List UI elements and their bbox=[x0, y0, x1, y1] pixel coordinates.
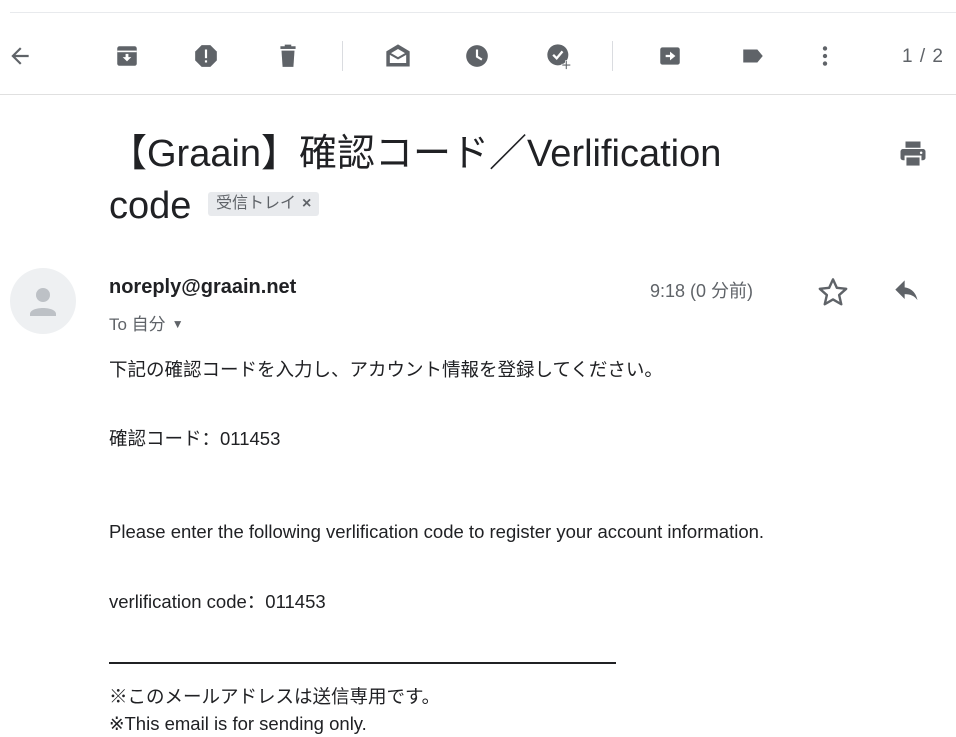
top-divider bbox=[10, 12, 956, 13]
avatar bbox=[10, 268, 76, 334]
pager-count: 1 / 2 bbox=[902, 46, 944, 67]
reply-icon[interactable] bbox=[887, 274, 927, 310]
snooze-icon[interactable] bbox=[459, 38, 495, 74]
add-to-tasks-icon[interactable] bbox=[541, 38, 577, 74]
toolbar-separator bbox=[612, 41, 613, 71]
sender-address[interactable]: noreply@graain.net bbox=[109, 276, 296, 299]
print-icon[interactable] bbox=[895, 136, 931, 172]
body-line: 確認コード：011453 bbox=[109, 428, 281, 449]
more-vert-icon[interactable] bbox=[807, 38, 843, 74]
email-subject: 【Graain】確認コード／Verlification code 受信トレイ × bbox=[109, 128, 789, 232]
recipient-details[interactable]: To 自分 ▼ bbox=[109, 310, 184, 335]
toolbar-separator bbox=[342, 41, 343, 71]
report-spam-icon[interactable] bbox=[188, 38, 224, 74]
star-icon[interactable] bbox=[815, 274, 851, 310]
label-text: 受信トレイ bbox=[215, 194, 296, 212]
subject-text: 【Graain】確認コード／Verlification code bbox=[109, 133, 722, 227]
footer-note: ※This email is for sending only. bbox=[109, 713, 367, 734]
mark-unread-icon[interactable] bbox=[380, 38, 416, 74]
body-line: verlification code：011453 bbox=[109, 591, 326, 612]
archive-icon[interactable] bbox=[109, 38, 145, 74]
move-to-icon[interactable] bbox=[652, 38, 688, 74]
body-line: 下記の確認コードを入力し、アカウント情報を登録してください。 bbox=[109, 359, 663, 380]
body-line: Please enter the following verlification… bbox=[109, 521, 765, 542]
remove-label-icon[interactable]: × bbox=[302, 195, 311, 212]
footer-note: ※このメールアドレスは送信専用です。 bbox=[109, 686, 441, 707]
chevron-down-icon[interactable]: ▼ bbox=[172, 317, 184, 331]
recipient-text: To 自分 bbox=[109, 315, 166, 334]
toolbar: 1 / 2 bbox=[0, 18, 956, 95]
divider-line bbox=[109, 662, 616, 664]
label-icon[interactable] bbox=[735, 38, 771, 74]
inbox-label-chip: 受信トレイ × bbox=[207, 191, 320, 216]
delete-icon[interactable] bbox=[270, 38, 306, 74]
timestamp: 9:18 (0 分前) bbox=[650, 281, 754, 301]
back-arrow-icon[interactable] bbox=[2, 38, 38, 74]
